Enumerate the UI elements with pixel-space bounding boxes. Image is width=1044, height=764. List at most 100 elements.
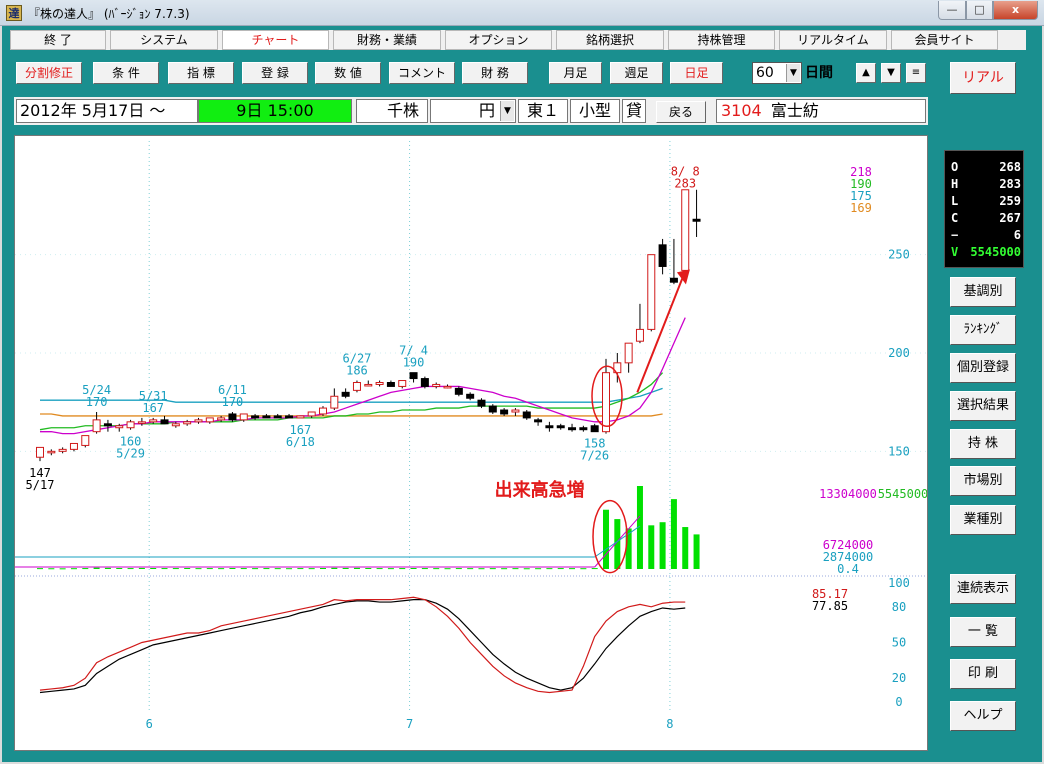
comment-button[interactable]: コメント xyxy=(389,62,455,84)
close-button[interactable]: x xyxy=(993,1,1038,20)
side-button-bottom-2[interactable]: 印 刷 xyxy=(950,659,1016,689)
menu-bar: 終 了システム チャート 財務・業績 オプション 銘柄選択 持株管理 リアルタイム 会員サイト xyxy=(10,30,1026,50)
weekly-button[interactable]: 週足 xyxy=(610,62,663,84)
arrow-up-icon[interactable]: ▲ xyxy=(856,63,876,83)
split-adjust-button[interactable]: 分割修正 xyxy=(16,62,82,84)
volume-bar xyxy=(523,568,530,570)
chevron-down-icon[interactable]: ▼ xyxy=(500,101,514,121)
monthly-button[interactable]: 月足 xyxy=(549,62,602,84)
volume-bar xyxy=(331,567,338,569)
menu-tab-7[interactable]: リアルタイム xyxy=(779,30,887,50)
ma-value-label: 169 xyxy=(850,201,872,215)
side-button-top-3[interactable]: 選択結果 xyxy=(950,391,1016,421)
month-label: 7 xyxy=(406,717,413,731)
candle-up xyxy=(239,413,248,421)
side-button-bottom-1[interactable]: 一 覧 xyxy=(950,617,1016,647)
volume-bar xyxy=(410,568,417,570)
numeric-button[interactable]: 数 値 xyxy=(315,62,381,84)
candle-up xyxy=(307,411,316,417)
candle-up xyxy=(115,425,124,429)
volume-bar xyxy=(172,568,179,570)
realtime-button[interactable]: リアル xyxy=(950,62,1016,94)
side-button-top-6[interactable]: 業種別 xyxy=(950,505,1016,535)
ohlc-row: C 267 xyxy=(951,210,1021,226)
arrow-down-icon[interactable]: ▼ xyxy=(881,63,901,83)
volume-bar xyxy=(104,567,111,569)
osc-red-line xyxy=(39,596,686,694)
volume-bar xyxy=(376,568,383,570)
candle-up xyxy=(330,395,339,409)
indicator-button[interactable]: 指 標 xyxy=(168,62,234,84)
back-button[interactable]: 戻る xyxy=(656,101,706,123)
chevron-down-icon[interactable]: ▼ xyxy=(786,64,800,82)
ohlc-row: L 259 xyxy=(951,193,1021,209)
candle-down xyxy=(285,415,294,419)
candle-up xyxy=(36,446,44,458)
side-button-top-4[interactable]: 持 株 xyxy=(950,429,1016,459)
volume-bar xyxy=(535,568,542,570)
daily-button[interactable]: 日足 xyxy=(670,62,723,84)
volume-bar xyxy=(342,567,349,569)
period-select[interactable]: 60 ▼ xyxy=(752,62,802,84)
candle-down xyxy=(262,415,271,419)
menu-tab-0[interactable]: 終 了 xyxy=(10,30,106,50)
menu-tab-4[interactable]: オプション xyxy=(445,30,552,50)
trend-arrow-head xyxy=(676,269,690,285)
volume-bar xyxy=(546,568,553,570)
candle-down xyxy=(669,277,678,283)
side-button-bottom-0[interactable]: 連続表示 xyxy=(950,574,1016,604)
side-button-top-0[interactable]: 基調別 xyxy=(950,277,1016,307)
candle-down xyxy=(522,411,531,419)
candle-down xyxy=(488,405,497,413)
volume-bar xyxy=(150,568,157,570)
volume-bar xyxy=(127,568,134,570)
side-button-bottom-3[interactable]: ヘルプ xyxy=(950,701,1016,731)
volume-bar xyxy=(206,568,213,570)
side-button-top-5[interactable]: 市場別 xyxy=(950,466,1016,496)
candle-down xyxy=(386,382,395,387)
volume-bar xyxy=(455,568,462,570)
volume-bar xyxy=(501,568,508,570)
candle-up xyxy=(647,254,656,330)
volume-bar xyxy=(93,567,100,569)
side-button-top-1[interactable]: ﾗﾝｷﾝｸﾞ xyxy=(950,315,1016,345)
candle-up xyxy=(194,419,203,423)
volume-bar xyxy=(218,568,225,570)
menu-tab-5[interactable]: 銘柄選択 xyxy=(556,30,664,50)
volume-bar xyxy=(569,568,576,570)
volume-bar xyxy=(478,568,485,570)
volume-last-label: 5545000 xyxy=(878,487,927,501)
candle-down xyxy=(545,425,554,429)
price-tick-label: 250 xyxy=(888,248,910,262)
price-point-label: 167 xyxy=(142,401,164,415)
yen-unit-select[interactable]: 円 ▼ xyxy=(430,99,516,123)
candle-up xyxy=(217,417,226,421)
menu-tab-1[interactable]: システム xyxy=(110,30,218,50)
candle-up xyxy=(81,435,90,446)
menu-tab-3[interactable]: 財務・業績 xyxy=(333,30,441,50)
minimize-button[interactable]: — xyxy=(938,1,966,20)
volume-annotation: 出来高急増 xyxy=(495,479,585,501)
volume-bar xyxy=(693,534,700,569)
candle-up xyxy=(352,382,361,391)
register-button[interactable]: 登 録 xyxy=(242,62,308,84)
volume-bar xyxy=(399,568,406,570)
candle-down xyxy=(590,425,599,433)
maximize-button[interactable]: □ xyxy=(966,1,993,20)
price-point-label: 7/26 xyxy=(580,449,609,463)
stock-field[interactable]: 3104 富士紡 xyxy=(716,99,926,123)
candle-down xyxy=(420,378,429,387)
menu-tab-8[interactable]: 会員サイト xyxy=(891,30,998,50)
price-point-label: 170 xyxy=(222,395,244,409)
menu-tab-2[interactable]: チャート xyxy=(222,30,329,50)
menu-tab-6[interactable]: 持株管理 xyxy=(668,30,775,50)
price-point-label: 5/17 xyxy=(26,478,55,492)
volume-bar xyxy=(184,568,191,570)
candle-down xyxy=(103,423,112,427)
volume-bar xyxy=(591,568,598,570)
side-button-top-2[interactable]: 個別登録 xyxy=(950,353,1016,383)
finance-button[interactable]: 財 務 xyxy=(462,62,528,84)
condition-button[interactable]: 条 件 xyxy=(93,62,159,84)
menu-icon[interactable]: ≡ xyxy=(906,63,926,83)
candle-up xyxy=(398,380,407,387)
